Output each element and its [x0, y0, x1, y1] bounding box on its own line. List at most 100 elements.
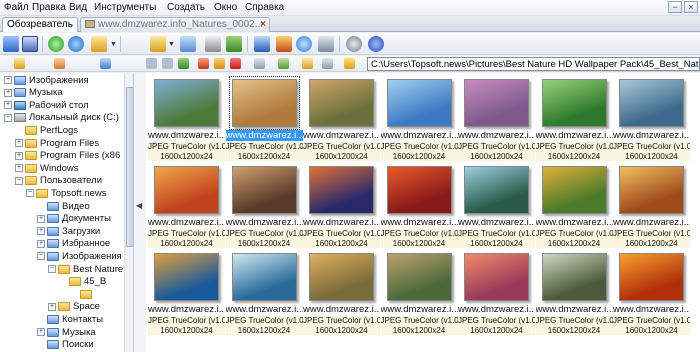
tree-item[interactable]: − Topsoft.news — [26, 187, 106, 199]
copy-icon[interactable] — [150, 36, 166, 52]
expand-icon[interactable]: + — [37, 328, 45, 336]
thumbnail-item[interactable]: www.dmzwarez.i... JPEG TrueColor (v1.0) 16… — [458, 162, 535, 250]
minimize-button[interactable]: − — [668, 1, 682, 13]
menu-window[interactable]: Окно — [214, 2, 237, 13]
capture-icon[interactable] — [296, 36, 312, 52]
thumbnail-image[interactable] — [541, 166, 607, 214]
tree-item[interactable]: + Избранное — [37, 238, 110, 250]
tree-item[interactable]: PerfLogs — [15, 124, 78, 136]
expand-icon[interactable]: + — [15, 139, 23, 147]
favorites-tab-icon[interactable] — [54, 58, 65, 69]
thumbnail-item[interactable]: www.dmzwarez.i... JPEG TrueColor (v1.0) 16… — [148, 249, 225, 337]
expand-icon[interactable]: + — [4, 101, 12, 110]
tree-item[interactable]: + Музыка — [37, 326, 96, 338]
menu-edit[interactable]: Правка — [32, 2, 66, 13]
rotate-icon[interactable] — [198, 58, 209, 69]
menu-help[interactable]: Справка — [245, 2, 284, 13]
expand-icon[interactable]: + — [37, 227, 45, 236]
chevron-down-icon[interactable]: ▼ — [110, 41, 117, 48]
refresh-icon[interactable] — [48, 36, 64, 52]
tree-item[interactable]: + Музыка — [4, 87, 63, 99]
thumbnail-item[interactable]: www.dmzwarez.i... JPEG TrueColor (v1.0) 16… — [535, 249, 613, 337]
collapse-icon[interactable]: − — [26, 189, 34, 198]
expand-icon[interactable]: + — [4, 88, 12, 97]
thumbnail-image[interactable] — [619, 166, 684, 214]
thumbnail-image[interactable] — [619, 79, 684, 127]
thumbnail-item[interactable]: www.dmzwarez.i... JPEG TrueColor (v1.0) 16… — [613, 75, 690, 163]
thumbnail-image[interactable] — [386, 253, 452, 301]
thumbnail-image[interactable] — [309, 79, 374, 127]
tree-item[interactable]: − Локальный диск (C:) — [4, 112, 119, 124]
browse-icon[interactable] — [3, 36, 19, 52]
panel-splitter[interactable]: ◀ — [134, 73, 146, 352]
slideshow-icon[interactable] — [226, 36, 242, 52]
thumbnail-item[interactable]: www.dmzwarez.i... JPEG TrueColor (v1.0) 16… — [613, 162, 690, 250]
thumbnail-image[interactable] — [541, 253, 607, 301]
menu-create[interactable]: Создать — [167, 2, 205, 13]
tree-item[interactable]: + Загрузки — [37, 225, 100, 237]
thumbnail-image[interactable] — [154, 253, 219, 301]
thumbnail-item[interactable]: www.dmzwarez.i... JPEG TrueColor (v1.0) 16… — [458, 249, 535, 337]
thumbnail-image[interactable] — [231, 253, 297, 301]
info-icon[interactable] — [368, 36, 384, 52]
thumbnail-image[interactable] — [464, 166, 529, 214]
star-icon[interactable] — [344, 58, 355, 69]
tree-scrollbar[interactable] — [124, 73, 133, 352]
thumbnail-item[interactable]: www.dmzwarez.i... JPEG TrueColor (v1.0) 16… — [148, 162, 225, 250]
close-tab-icon[interactable]: × — [260, 19, 266, 30]
thumbnail-item[interactable]: www.dmzwarez.i... JPEG TrueColor (v1.0) 16… — [225, 75, 303, 163]
delete-icon[interactable] — [230, 58, 241, 69]
layout-icon[interactable] — [322, 58, 333, 69]
tag-icon[interactable] — [214, 58, 225, 69]
sort-icon[interactable] — [278, 58, 289, 69]
tree-item[interactable]: Контакты — [37, 313, 103, 325]
expand-icon[interactable]: + — [4, 76, 12, 84]
thumbnail-item[interactable]: www.dmzwarez.i... JPEG TrueColor (v1.0) 16… — [458, 75, 535, 163]
view-mode-icon[interactable] — [254, 58, 265, 69]
thumbnail-item[interactable]: www.dmzwarez.i... JPEG TrueColor (v1.0) 16… — [613, 249, 690, 337]
tree-item[interactable]: 45_B — [59, 276, 106, 288]
settings-icon[interactable] — [346, 36, 362, 52]
tree-item[interactable]: − Best Nature — [48, 263, 123, 275]
thumbnail-image[interactable] — [309, 166, 374, 214]
menu-view[interactable]: Вид — [69, 2, 87, 13]
tree-item[interactable]: + Program Files (x86 — [15, 150, 120, 162]
collapse-icon[interactable]: − — [4, 113, 12, 122]
categories-tab-icon[interactable] — [100, 58, 111, 69]
refresh-all-icon[interactable] — [68, 36, 84, 52]
tab-browser[interactable]: Обозреватель — [2, 17, 78, 32]
thumbnail-image[interactable] — [464, 79, 529, 127]
expand-icon[interactable]: + — [37, 239, 45, 248]
menu-tools[interactable]: Инструменты — [94, 2, 156, 13]
tree-item[interactable]: + Windows — [15, 162, 79, 174]
thumbnail-item[interactable]: www.dmzwarez.i... JPEG TrueColor (v1.0) 16… — [535, 162, 613, 250]
compare-icon[interactable] — [318, 36, 334, 52]
thumbnail-item[interactable]: www.dmzwarez.i... JPEG TrueColor (v1.0) 16… — [535, 75, 613, 163]
thumbnail-image[interactable] — [309, 253, 374, 301]
thumbnail-item[interactable]: www.dmzwarez.i... JPEG TrueColor (v1.0) 16… — [225, 162, 303, 250]
tree-item[interactable]: + Изображения — [4, 74, 89, 86]
thumbnail-item[interactable]: www.dmzwarez.i... JPEG TrueColor (v1.0) 16… — [303, 162, 380, 250]
tree-item[interactable]: Видео — [37, 200, 90, 212]
thumbnail-image[interactable] — [464, 253, 529, 301]
convert-icon[interactable] — [180, 36, 196, 52]
expand-icon[interactable]: + — [37, 214, 45, 223]
tree-item[interactable]: − Изображения — [37, 250, 122, 262]
thumbnail-item[interactable]: www.dmzwarez.i... JPEG TrueColor (v1.0) 16… — [303, 75, 380, 163]
scrollbar-thumb[interactable] — [126, 87, 133, 247]
thumbnail-image[interactable] — [154, 166, 219, 214]
collapse-icon[interactable]: − — [37, 252, 45, 261]
thumbnail-image[interactable] — [154, 79, 219, 127]
collapse-arrow-icon[interactable]: ◀ — [136, 201, 142, 210]
thumbnail-item[interactable]: www.dmzwarez.i... JPEG TrueColor (v1.0) 16… — [225, 249, 303, 337]
screen-icon[interactable] — [276, 36, 292, 52]
thumbnail-item[interactable]: www.dmzwarez.i... JPEG TrueColor (v1.0) 16… — [380, 162, 458, 250]
chevron-down-icon[interactable]: ▼ — [168, 41, 175, 48]
tab-image[interactable]: www.dmzwarez.info_Natures_0002... × — [80, 17, 270, 32]
thumbnail-image[interactable] — [386, 166, 452, 214]
tree-item[interactable]: + Документы — [37, 213, 111, 225]
up-icon[interactable] — [178, 58, 189, 69]
address-input[interactable]: C:\Users\Topsoft.news\Pictures\Best Natu… — [367, 57, 700, 71]
thumbnail-image[interactable] — [541, 79, 607, 127]
thumbnail-image[interactable] — [228, 76, 300, 130]
